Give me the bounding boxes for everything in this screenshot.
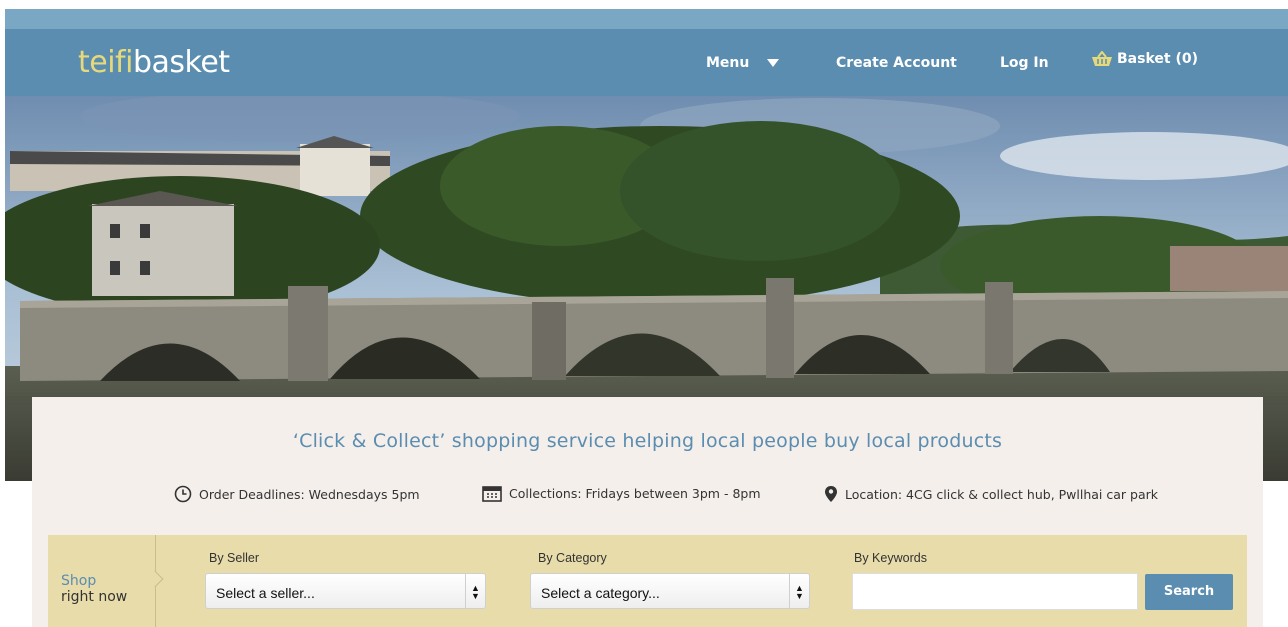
select-arrows-icon: ▲ ▼ <box>789 574 809 608</box>
info-deadlines: Order Deadlines: Wednesdays 5pm <box>174 485 420 503</box>
left-edge <box>0 9 5 627</box>
logo[interactable]: teifibasket <box>78 45 230 80</box>
top-band <box>0 9 1288 29</box>
shop-right-now-label: Shop right now <box>61 573 127 605</box>
nav-basket[interactable]: Basket (0) <box>1091 50 1198 67</box>
shop-search-bar: Shop right now By Seller Select a seller… <box>48 535 1247 627</box>
navbar: teifibasket Menu Create Account Log In B… <box>0 29 1288 96</box>
info-location: Location: 4CG click & collect hub, Pwllh… <box>824 485 1158 503</box>
clock-icon <box>174 485 192 503</box>
select-arrows-icon: ▲ ▼ <box>465 574 485 608</box>
info-location-text: Location: 4CG click & collect hub, Pwllh… <box>845 486 1159 502</box>
seller-select[interactable]: Select a seller... ▲ ▼ <box>205 573 486 609</box>
nav-basket-label: Basket (0) <box>1117 51 1198 67</box>
info-collections-text: Collections: Fridays between 3pm - 8pm <box>509 486 761 501</box>
logo-part-basket: basket <box>132 45 230 80</box>
by-category-label: By Category <box>538 551 607 565</box>
shop-label-line1: Shop <box>61 573 97 589</box>
tagline: ‘Click & Collect’ shopping service helpi… <box>292 430 1003 452</box>
shop-divider-arrow <box>146 570 164 588</box>
logo-part-teifi: teifi <box>78 45 133 80</box>
by-seller-label: By Seller <box>209 551 260 565</box>
basket-icon <box>1092 50 1112 66</box>
location-pin-icon <box>825 486 837 502</box>
nav-menu[interactable]: Menu <box>706 55 780 71</box>
keywords-input[interactable] <box>852 573 1138 610</box>
seller-select-value: Select a seller... <box>216 585 315 601</box>
top-strip <box>0 0 1288 9</box>
nav-menu-label: Menu <box>706 55 750 71</box>
category-select-value: Select a category... <box>541 585 660 601</box>
nav-log-in[interactable]: Log In <box>1000 55 1049 71</box>
info-collections: Collections: Fridays between 3pm - 8pm <box>482 485 761 502</box>
chevron-down-icon <box>767 59 780 67</box>
shop-label-line2: right now <box>61 589 128 605</box>
by-keywords-label: By Keywords <box>854 551 927 565</box>
category-select[interactable]: Select a category... ▲ ▼ <box>530 573 810 609</box>
search-button[interactable]: Search <box>1145 574 1233 610</box>
info-deadlines-text: Order Deadlines: Wednesdays 5pm <box>199 486 420 502</box>
nav-create-account[interactable]: Create Account <box>836 55 957 71</box>
calendar-icon <box>482 486 502 502</box>
